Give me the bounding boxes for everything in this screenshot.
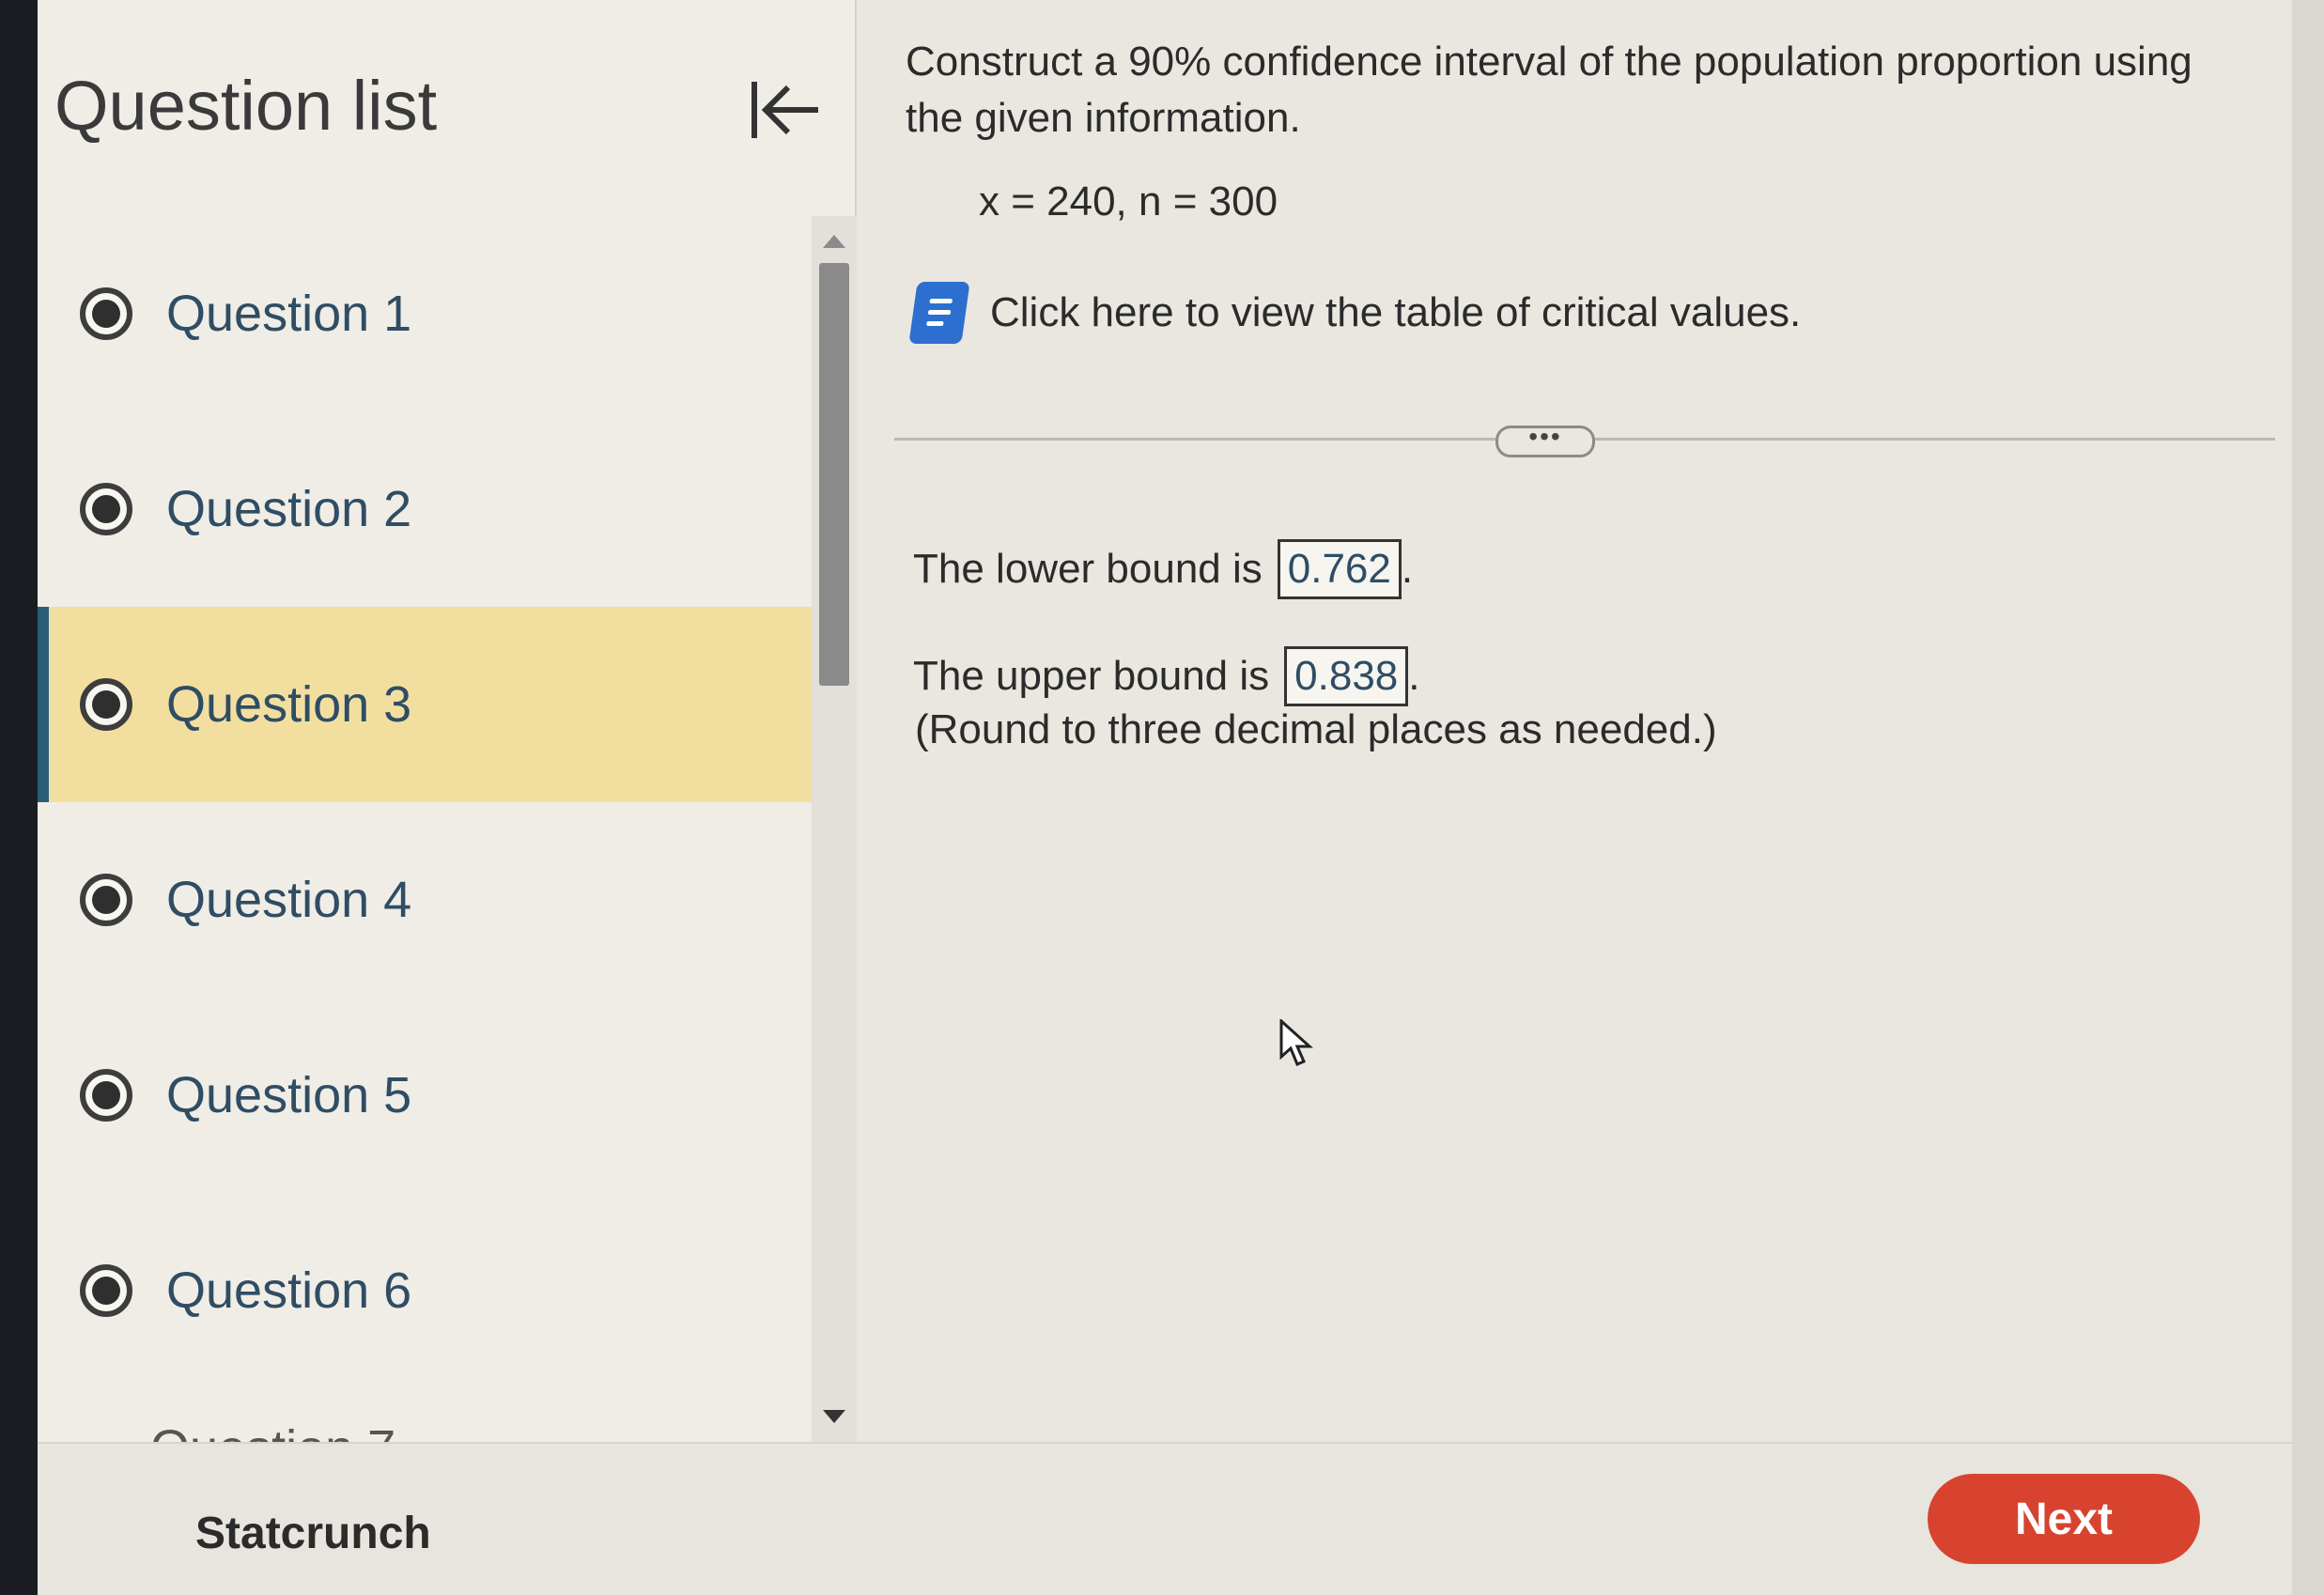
question-label: Question 1 <box>166 286 412 342</box>
question-item-3[interactable]: Question 3 <box>38 607 822 802</box>
scroll-up-icon[interactable] <box>823 235 845 248</box>
upper-bound-answer[interactable]: 0.838 <box>1284 646 1409 706</box>
book-icon <box>908 282 970 344</box>
question-item-4[interactable]: Question 4 <box>38 802 822 998</box>
question-list: Question 1 Question 2 Question 3 Questio… <box>38 216 822 1388</box>
page-scrollbar[interactable] <box>2292 0 2324 1595</box>
critical-values-link-text[interactable]: Click here to view the table of critical… <box>990 289 1801 336</box>
question-label: Question 5 <box>166 1067 412 1123</box>
question-list-scrollbar[interactable] <box>812 216 857 1442</box>
question-label: Question 6 <box>166 1262 412 1319</box>
radio-icon <box>80 678 132 731</box>
mouse-cursor-icon <box>1279 1019 1313 1066</box>
question-item-2[interactable]: Question 2 <box>38 411 822 607</box>
question-panel: Construct a 90% confidence interval of t… <box>857 0 2324 1442</box>
question-label: Question 3 <box>166 676 412 733</box>
radio-icon <box>80 483 132 535</box>
radio-icon <box>80 1264 132 1317</box>
upper-bound-row: The upper bound is 0.838 . <box>913 646 1420 706</box>
footer-bar: Statcrunch Next <box>38 1442 2324 1595</box>
question-item-5[interactable]: Question 5 <box>38 998 822 1193</box>
radio-icon <box>80 287 132 340</box>
collapse-arrow-icon <box>751 82 818 138</box>
rounding-note: (Round to three decimal places as needed… <box>915 706 1717 752</box>
question-item-6[interactable]: Question 6 <box>38 1193 822 1388</box>
expand-button[interactable]: ••• <box>1495 422 1595 457</box>
screen: Question list Question 1 Question 2 Ques… <box>38 0 2324 1595</box>
next-button[interactable]: Next <box>1928 1474 2200 1564</box>
radio-icon <box>80 1069 132 1122</box>
lower-bound-row: The lower bound is 0.762 . <box>913 539 1413 599</box>
radio-icon <box>80 874 132 926</box>
question-label: Question 2 <box>166 481 412 537</box>
statcrunch-link[interactable]: Statcrunch <box>195 1508 431 1559</box>
lower-bound-answer[interactable]: 0.762 <box>1277 539 1402 599</box>
scrollbar-thumb[interactable] <box>819 263 849 686</box>
question-list-title: Question list <box>54 67 438 145</box>
question-item-1[interactable]: Question 1 <box>38 216 822 411</box>
question-prompt: Construct a 90% confidence interval of t… <box>906 39 2192 141</box>
lower-bound-suffix: . <box>1401 546 1414 592</box>
ellipsis-icon: ••• <box>1528 422 1562 451</box>
given-values: x = 240, n = 300 <box>979 178 1278 225</box>
lower-bound-label: The lower bound is <box>913 546 1263 592</box>
upper-bound-suffix: . <box>1408 653 1420 699</box>
collapse-sidebar-button[interactable] <box>742 68 827 152</box>
question-label: Question 4 <box>166 872 412 928</box>
upper-bound-label: The upper bound is <box>913 653 1270 699</box>
question-list-panel: Question list Question 1 Question 2 Ques… <box>38 0 857 1442</box>
critical-values-link[interactable]: Click here to view the table of critical… <box>908 282 1801 344</box>
question-item-7-partial[interactable]: Question 7 <box>150 1423 395 1442</box>
scroll-down-icon[interactable] <box>823 1410 845 1423</box>
